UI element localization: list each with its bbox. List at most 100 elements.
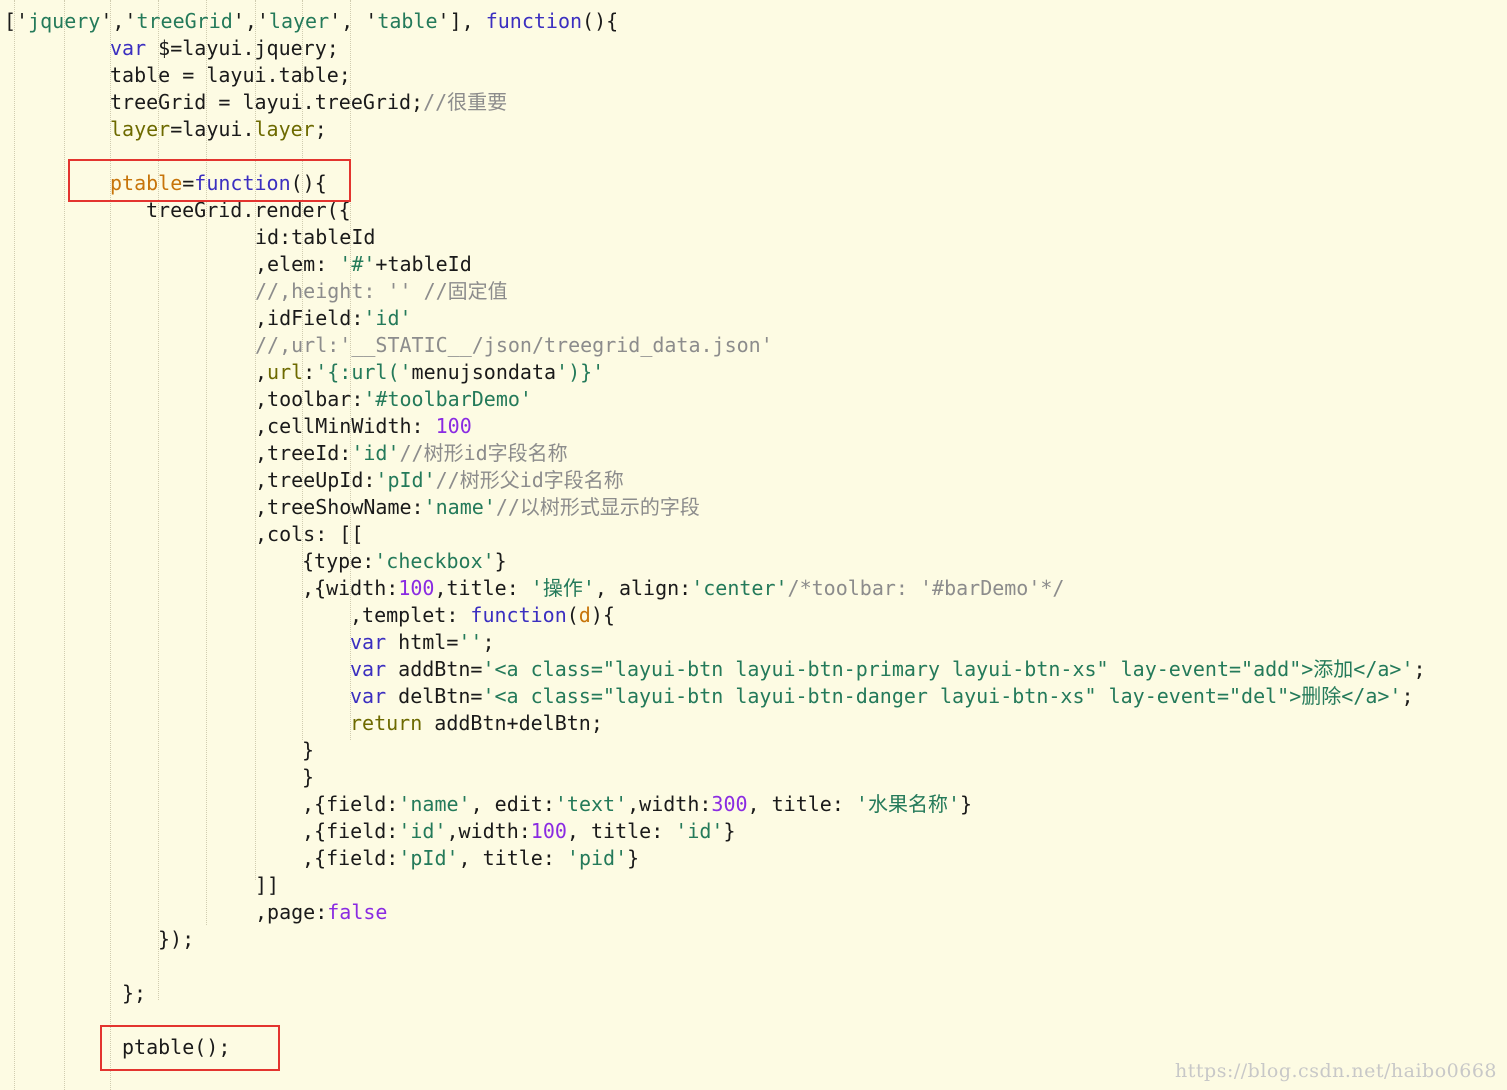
code-line: ,treeShowName:'name'//以树形式显示的字段	[255, 494, 700, 521]
code-line: ,treeId:'id'//树形id字段名称	[255, 440, 568, 467]
code-token: , edit:	[470, 792, 555, 816]
code-token: treeGrid = layui.treeGrid;	[110, 90, 424, 114]
code-token: $=layui.jquery;	[146, 36, 339, 60]
code-token: //,url:'__STATIC__/json/treegrid_data.js…	[255, 333, 773, 357]
code-token: ,cellMinWidth:	[255, 414, 436, 438]
code-token: =	[182, 171, 195, 195]
code-token: , title:	[747, 792, 856, 816]
code-token: ,width:	[627, 792, 712, 816]
code-token: ,{field:	[302, 846, 399, 870]
code-token: ]]	[255, 873, 280, 897]
code-token: '#'	[339, 252, 376, 276]
code-token: }	[960, 792, 973, 816]
code-token: 'name'	[398, 792, 471, 816]
code-line: ['jquery','treeGrid','layer', 'table'], …	[4, 8, 618, 35]
code-token: addBtn=	[386, 657, 483, 681]
code-token: 'pId'	[375, 468, 436, 492]
code-token: 'text'	[554, 792, 628, 816]
code-line: ,treeUpId:'pId'//树形父id字段名称	[255, 467, 624, 494]
code-token: /*toolbar: '#barDemo'*/	[787, 576, 1065, 600]
code-token: ,width:	[446, 819, 531, 843]
code-token: html=	[386, 630, 459, 654]
code-token: id:tableId	[255, 225, 376, 249]
code-line: table = layui.table;	[110, 62, 351, 89]
code-line: var delBtn='<a class="layui-btn layui-bt…	[350, 683, 1414, 710]
code-token: ptable	[110, 171, 183, 195]
code-line: return addBtn+delBtn;	[350, 710, 603, 737]
code-token: delBtn=	[386, 684, 483, 708]
code-token: ', '	[329, 9, 378, 33]
code-token: });	[158, 927, 195, 951]
code-token: (){	[290, 171, 327, 195]
code-token: ;	[482, 630, 495, 654]
code-token: ,elem:	[255, 252, 340, 276]
code-line: ptable();	[122, 1034, 230, 1061]
code-line: ,idField:'id'	[255, 305, 412, 332]
code-line: ,elem: '#'+tableId	[255, 251, 472, 278]
code-line: ,cols: [[	[255, 521, 363, 548]
code-token: , title:	[458, 846, 567, 870]
code-line: var $=layui.jquery;	[110, 35, 339, 62]
code-line: ,page:false	[255, 899, 387, 926]
indent-guide	[110, 0, 111, 1090]
code-token: ,toolbar:	[255, 387, 364, 411]
code-line: ,{width:100,title: '操作', align:'center'/…	[302, 575, 1064, 602]
code-token: }	[302, 765, 315, 789]
code-token: ','	[100, 9, 137, 33]
code-token: treeGrid.render({	[146, 198, 351, 222]
code-token: var	[110, 36, 147, 60]
code-line: ]]	[255, 872, 279, 899]
code-line: ,{field:'id',width:100, title: 'id'}	[302, 818, 736, 845]
code-line: id:tableId	[255, 224, 375, 251]
code-token: ;	[314, 117, 327, 141]
code-line: layer=layui.layer;	[110, 116, 327, 143]
code-token: layer	[110, 117, 171, 141]
code-token: +tableId	[375, 252, 472, 276]
code-token: ','	[232, 9, 269, 33]
code-token: ,page:	[255, 900, 328, 924]
code-line: ,cellMinWidth: 100	[255, 413, 472, 440]
code-token: ,treeShowName:	[255, 495, 424, 519]
code-line: ptable=function(){	[110, 170, 327, 197]
code-token: ,{field:	[302, 792, 399, 816]
code-token: table = layui.table;	[110, 63, 351, 87]
code-token: 300	[711, 792, 748, 816]
code-token: jquery	[28, 9, 101, 33]
code-token: =layui.	[170, 117, 255, 141]
code-token: }	[302, 738, 315, 762]
code-token: 'pid'	[566, 846, 628, 870]
code-token: addBtn+delBtn;	[422, 711, 603, 735]
code-line: ,url:'{:url('menujsondata')}'	[255, 359, 604, 386]
code-token: ')}'	[556, 360, 605, 384]
code-token: '#toolbarDemo'	[363, 387, 532, 411]
code-token: var	[350, 630, 387, 654]
code-line: });	[158, 926, 194, 953]
code-token: 100	[435, 414, 472, 438]
indent-guide	[64, 0, 65, 1090]
code-line: //,url:'__STATIC__/json/treegrid_data.js…	[255, 332, 773, 359]
code-line: }	[302, 764, 314, 791]
code-line: ,{field:'name', edit:'text',width:300, t…	[302, 791, 972, 818]
code-token: '水果名称'	[855, 792, 961, 816]
code-token: ''	[458, 630, 483, 654]
code-token: ,{width:	[302, 576, 399, 600]
code-line: {type:'checkbox'}	[302, 548, 507, 575]
code-token: 'name'	[423, 495, 496, 519]
code-line: };	[122, 980, 146, 1007]
code-token: ,idField:	[255, 306, 364, 330]
indent-guide	[158, 0, 159, 1000]
code-token: };	[122, 981, 147, 1005]
code-editor[interactable]: ['jquery','treeGrid','layer', 'table'], …	[0, 0, 1507, 1090]
code-token: :	[303, 360, 316, 384]
indent-guide	[14, 0, 15, 1090]
code-token: var	[350, 684, 387, 708]
code-token: (){	[582, 9, 619, 33]
code-token: '{:url('	[315, 360, 412, 384]
code-token: var	[350, 657, 387, 681]
code-token: url	[267, 360, 304, 384]
code-token: ,{field:	[302, 819, 399, 843]
code-token: '操作'	[530, 576, 595, 600]
code-token: 'center'	[691, 576, 788, 600]
code-token: ,treeId:	[255, 441, 352, 465]
code-token: ;	[1401, 684, 1414, 708]
